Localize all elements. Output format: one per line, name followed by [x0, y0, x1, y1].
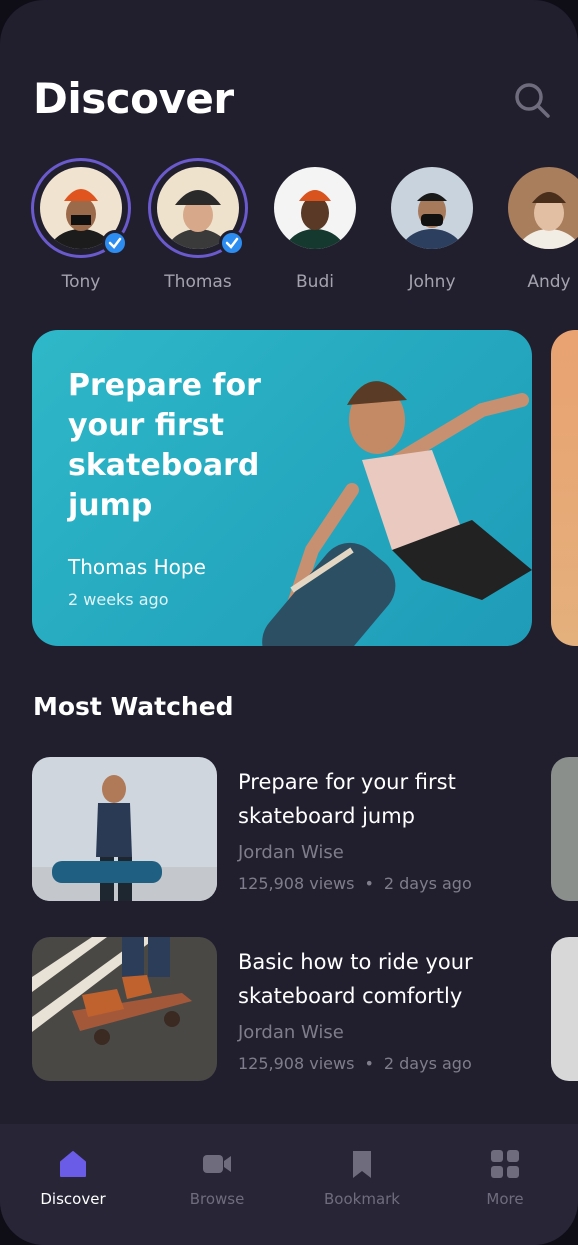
video-thumbnail-peek[interactable]: [551, 937, 578, 1081]
separator-dot: •: [364, 874, 374, 893]
verified-badge-icon: [219, 230, 245, 256]
story-name: Johny: [408, 272, 456, 292]
video-views: 125,908 views: [238, 874, 355, 893]
story-name: Tony: [61, 272, 101, 292]
avatar: [391, 167, 473, 249]
video-meta: 125,908 views • 2 days ago: [238, 874, 472, 893]
section-title: Most Watched: [33, 692, 234, 721]
nav-discover[interactable]: Discover: [13, 1124, 133, 1245]
avatar: [274, 167, 356, 249]
video-camera-icon: [203, 1155, 231, 1173]
separator-dot: •: [364, 1054, 374, 1073]
story-name: Thomas: [164, 272, 232, 292]
featured-author: Thomas Hope: [68, 555, 206, 579]
video-thumbnail-peek[interactable]: [551, 757, 578, 901]
video-thumbnail: [32, 937, 217, 1081]
app-screen: Discover Tony Thomas Budi Johny Andy Pre…: [0, 0, 578, 1245]
bookmark-icon: [353, 1151, 371, 1178]
video-time: 2 days ago: [383, 1054, 472, 1073]
nav-label: Bookmark: [324, 1190, 400, 1208]
video-thumbnail: [32, 757, 217, 901]
video-time: 2 days ago: [383, 874, 472, 893]
avatar: [508, 167, 578, 249]
verified-badge-icon: [102, 230, 128, 256]
video-meta: 125,908 views • 2 days ago: [238, 1054, 472, 1073]
nav-browse[interactable]: Browse: [157, 1124, 277, 1245]
video-item[interactable]: Basic how to ride your skateboard comfor…: [32, 937, 572, 1081]
featured-card[interactable]: Prepare for your first skateboard jump T…: [32, 330, 532, 646]
page-title: Discover: [33, 74, 234, 123]
nav-bookmark[interactable]: Bookmark: [302, 1124, 422, 1245]
bottom-navigation: Discover Browse Bookmark More: [0, 1124, 578, 1245]
featured-title: Prepare for your first skateboard jump: [68, 368, 261, 523]
video-views: 125,908 views: [238, 1054, 355, 1073]
nav-label: More: [486, 1190, 524, 1208]
story-name: Budi: [296, 272, 334, 292]
video-author: Jordan Wise: [238, 1022, 344, 1043]
stories-row: Tony Thomas Budi Johny Andy: [0, 158, 578, 298]
featured-time: 2 weeks ago: [68, 590, 169, 609]
nav-more[interactable]: More: [445, 1124, 565, 1245]
video-author: Jordan Wise: [238, 842, 344, 863]
nav-label: Browse: [189, 1190, 245, 1208]
video-title: Prepare for your first skateboard jump: [238, 770, 456, 828]
home-icon: [60, 1151, 86, 1177]
next-featured-card[interactable]: [551, 330, 578, 646]
video-title: Basic how to ride your skateboard comfor…: [238, 950, 473, 1008]
grid-icon: [491, 1150, 519, 1178]
video-item[interactable]: Prepare for your first skateboard jump J…: [32, 757, 572, 901]
story-name: Andy: [527, 272, 571, 292]
search-icon[interactable]: [512, 80, 552, 120]
nav-label: Discover: [40, 1190, 106, 1208]
